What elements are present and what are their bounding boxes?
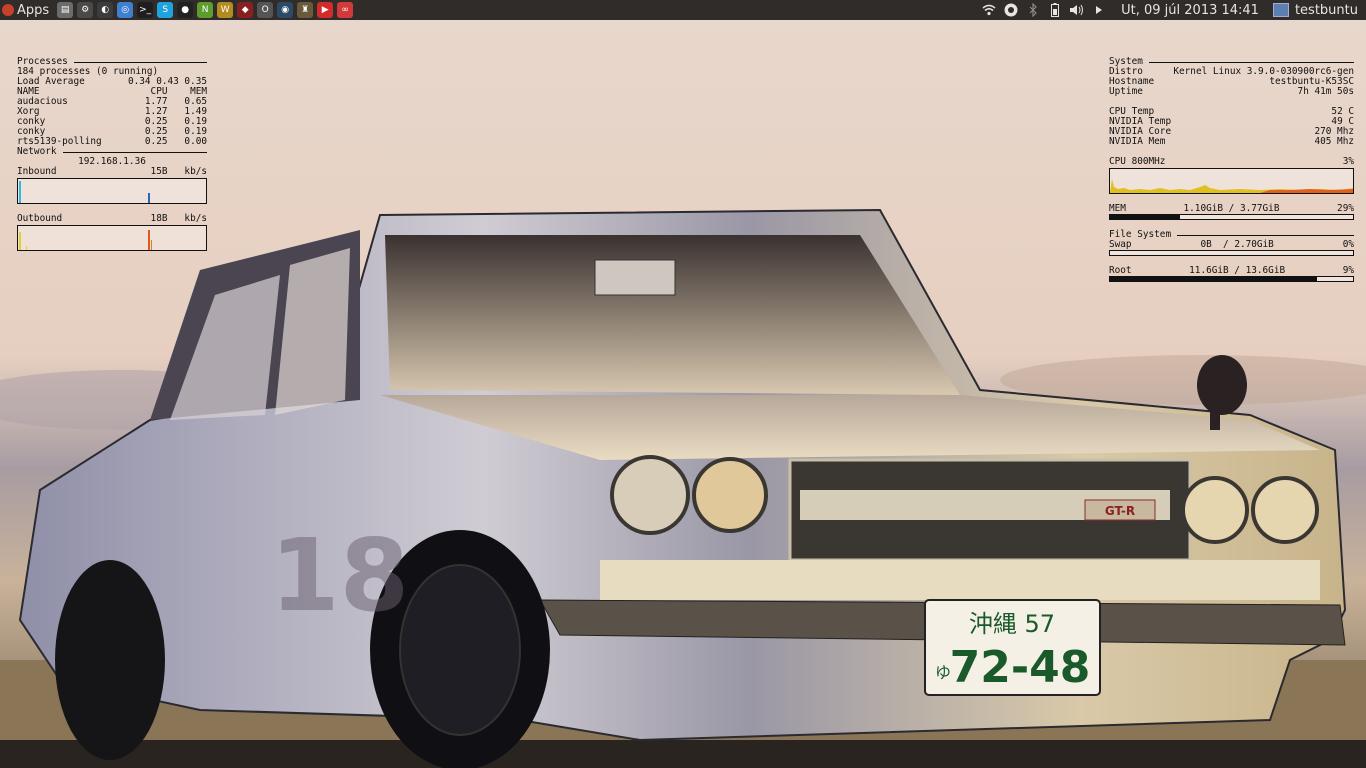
swap-label: Swap — [1109, 239, 1132, 250]
mem-label: MEM — [1109, 203, 1126, 214]
outbound-graph — [17, 225, 207, 251]
top-panel: Apps ▤ ⚙ ◐ ◎ >_ S ● N W ◆ O ◉ ♜ ▶ ∞ Ut, 09 júl 2013 14… — [0, 0, 1366, 20]
office-icon[interactable]: O — [257, 2, 274, 18]
apps-menu-button[interactable]: Apps — [0, 0, 49, 20]
mem-bar-fill — [1110, 215, 1181, 219]
settings-icon[interactable]: ⚙ — [77, 2, 94, 18]
inbound-unit: kb/s — [184, 166, 207, 177]
user-menu[interactable]: testbuntu — [1272, 2, 1358, 18]
plate-region: 沖縄 57 — [969, 610, 1055, 638]
plate-kana: ゆ — [935, 663, 951, 682]
outbound-label: Outbound — [17, 213, 63, 224]
conky-left-panel: Processes 184 processes (0 running) Load… — [17, 57, 207, 251]
process-mem: 0.00 — [184, 136, 207, 147]
app-icon[interactable]: ◆ — [237, 2, 254, 18]
monitor-icon — [1272, 3, 1289, 17]
youtube-icon[interactable]: ▶ — [317, 2, 334, 18]
outbound-unit: kb/s — [184, 213, 207, 224]
game-icon[interactable]: ♜ — [297, 2, 314, 18]
process-list: audacious 1.77 0.65 Xorg 1.27 1.49 conky 0.25… — [17, 97, 207, 147]
terminal-icon[interactable]: >_ — [137, 2, 154, 18]
inbound-label: Inbound — [17, 166, 57, 177]
root-bar — [1109, 276, 1354, 282]
plate-number: 72-48 — [950, 642, 1091, 693]
swap-bar — [1109, 250, 1354, 256]
system-tray: Ut, 09 júl 2013 14:41 testbuntu — [981, 0, 1366, 20]
ubuntu-one-icon[interactable] — [1003, 2, 1019, 18]
media-play-icon[interactable] — [1091, 2, 1107, 18]
chromium-icon[interactable]: ◎ — [117, 2, 134, 18]
wifi-icon[interactable] — [981, 2, 997, 18]
cpu-label: CPU 800MHz — [1109, 156, 1166, 167]
mem-value: 1.10GiB / 3.77GiB — [1183, 203, 1280, 214]
apps-label: Apps — [17, 2, 50, 18]
network-title: Network — [17, 146, 57, 157]
link-icon[interactable]: ∞ — [337, 2, 354, 18]
files-icon[interactable]: ▤ — [57, 2, 74, 18]
conky-right-panel: System Distro Kernel Linux 3.9.0-030900rc… — [1109, 57, 1354, 282]
launcher-bar: ▤ ⚙ ◐ ◎ >_ S ● N W ◆ O ◉ ♜ ▶ ∞ — [57, 2, 354, 18]
root-value: 11.6GiB / 13.6GiB — [1189, 265, 1286, 276]
svg-text:18: 18 — [270, 517, 409, 634]
cpu-graph — [1109, 168, 1354, 194]
swap-percent: 0% — [1342, 239, 1354, 250]
volume-icon[interactable]: ◐ — [97, 2, 114, 18]
ubuntu-logo-icon — [2, 4, 14, 16]
cpu-percent: 3% — [1342, 156, 1354, 167]
swap-value: 0B / 2.70GiB — [1200, 239, 1274, 250]
uptime-value: 7h 41m 50s — [1297, 86, 1354, 97]
username: testbuntu — [1294, 2, 1358, 18]
wow-icon[interactable]: W — [217, 2, 234, 18]
nvidia-icon[interactable]: N — [197, 2, 214, 18]
root-percent: 9% — [1342, 265, 1354, 276]
inbound-graph — [17, 178, 207, 204]
ip-address: 192.168.1.36 — [78, 156, 146, 167]
mem-percent: 29% — [1337, 203, 1354, 214]
volume-icon[interactable] — [1069, 2, 1085, 18]
skype-icon[interactable]: S — [157, 2, 174, 18]
uptime-label: Uptime — [1109, 86, 1143, 97]
nvidia-mem-value: 405 Mhz — [1314, 136, 1354, 147]
mem-bar — [1109, 214, 1354, 220]
process-cpu: 0.25 — [144, 136, 168, 147]
steam-icon[interactable]: ◉ — [277, 2, 294, 18]
process-stats: 0.25 0.00 — [145, 137, 207, 147]
inbound-value: 15B — [150, 166, 168, 177]
root-label: Root — [1109, 265, 1132, 276]
gtr-badge: GT-R — [1105, 504, 1135, 518]
bluetooth-icon[interactable] — [1025, 2, 1041, 18]
nvidia-mem-label: NVIDIA Mem — [1109, 136, 1166, 147]
battery-icon[interactable] — [1047, 2, 1063, 18]
clock[interactable]: Ut, 09 júl 2013 14:41 — [1121, 3, 1259, 18]
outbound-value: 18B — [150, 213, 168, 224]
root-bar-fill — [1110, 277, 1317, 281]
ubuntu-one-icon[interactable]: ● — [177, 2, 194, 18]
